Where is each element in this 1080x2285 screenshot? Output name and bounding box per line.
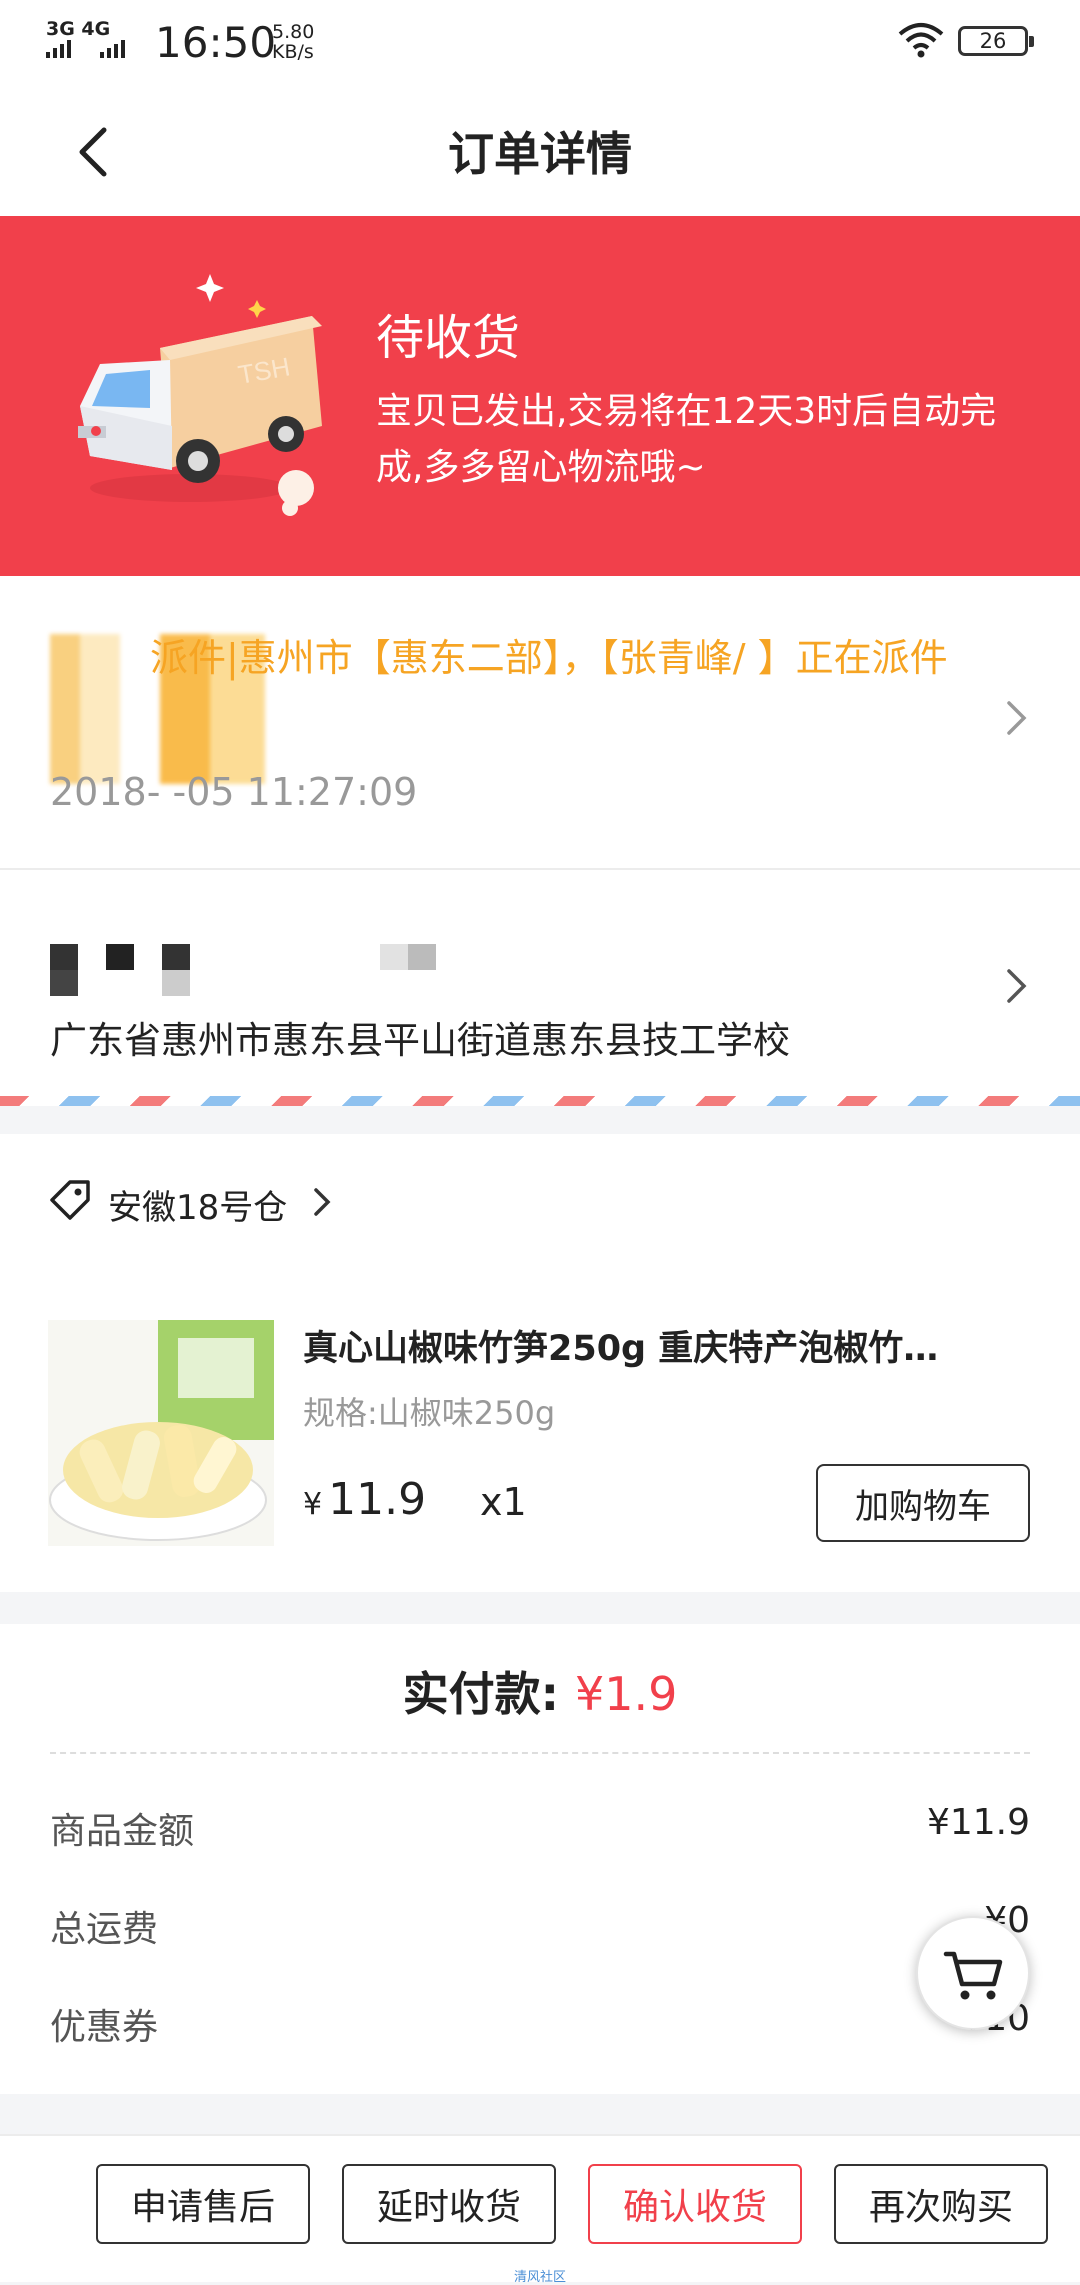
logistics-status: 派件|惠州市【惠东二部】，【张青峰/ 】正在派件 — [150, 636, 948, 680]
wifi-icon — [898, 23, 944, 58]
page-title: 订单详情 — [448, 127, 632, 181]
product-image[interactable] — [48, 1320, 274, 1546]
goods-amount-label: 商品金额 — [50, 1811, 195, 1852]
chevron-right-icon — [1007, 701, 1027, 735]
airmail-divider — [0, 1096, 1080, 1106]
chevron-right-icon[interactable] — [312, 1186, 332, 1218]
status-bar: 3G 4G 16:50 5.80 KB/s 26 — [0, 0, 1080, 86]
floating-cart-button[interactable] — [916, 1916, 1030, 2030]
battery-indicator: 26 — [958, 26, 1034, 56]
order-status-banner: TSH 待收货 宝贝已发出,交易将在12天3时后自动完成,多多留心物流哦~ — [0, 216, 1080, 576]
status-title: 待收货 — [376, 310, 521, 366]
nav-bar: 订单详情 — [0, 86, 1080, 216]
product-quantity: x1 — [480, 1480, 527, 1524]
confirm-receipt-button[interactable]: 确认收货 — [588, 2164, 802, 2244]
chevron-right-icon — [1007, 969, 1027, 1003]
after-sale-button[interactable]: 申请售后 — [96, 2164, 310, 2244]
shipping-address[interactable]: 广东省惠州市惠东县平山街道惠东县技工学校 — [0, 870, 1080, 1100]
product-title[interactable]: 真心山椒味竹笋250g 重庆特产泡椒竹… — [303, 1320, 1003, 1371]
signal-icon — [46, 40, 125, 58]
bottom-action-bar: 申请售后 延时收货 确认收货 再次购买 清风社区 — [0, 2134, 1080, 2285]
address-detail: 广东省惠州市惠东县平山街道惠东县技工学校 — [50, 1019, 790, 1062]
order-goods-card: 安徽18号仓 真心山椒味竹笋250g 重庆特产泡椒竹… 规格:山椒味250g ¥… — [0, 1134, 1080, 1592]
dashed-divider — [50, 1752, 1030, 1754]
add-to-cart-button[interactable]: 加购物车 — [816, 1464, 1030, 1542]
buy-again-button[interactable]: 再次购买 — [834, 2164, 1048, 2244]
logistics-info[interactable]: 派件|惠州市【惠东二部】，【张青峰/ 】正在派件 2018- -05 11:27… — [0, 576, 1080, 870]
shopping-cart-icon — [943, 1951, 1003, 2000]
truck-illustration: TSH — [78, 274, 322, 516]
clock: 16:50 — [155, 18, 277, 67]
tag-icon — [50, 1180, 90, 1220]
status-description: 宝贝已发出,交易将在12天3时后自动完成,多多留心物流哦~ — [376, 391, 997, 488]
logistics-time: 2018- -05 11:27:09 — [50, 770, 418, 814]
product-spec: 规格:山椒味250g — [303, 1394, 556, 1432]
shop-name[interactable]: 安徽18号仓 — [108, 1180, 287, 1229]
extend-receipt-button[interactable]: 延时收货 — [342, 2164, 556, 2244]
shipping-fee-label: 总运费 — [50, 1909, 159, 1950]
watermark: 清风社区 — [513, 2270, 566, 2285]
product-price: ¥11.9 — [303, 1474, 427, 1525]
redacted-recipient — [50, 944, 440, 996]
total-paid: 实付款: ¥1.9 — [402, 1667, 678, 1721]
goods-amount-value: ¥11.9 — [926, 1802, 1030, 1843]
net-speed: 5.80 KB/s — [272, 21, 315, 63]
coupon-label: 优惠券 — [50, 2007, 159, 2048]
network-indicator: 3G 4G — [46, 18, 125, 58]
